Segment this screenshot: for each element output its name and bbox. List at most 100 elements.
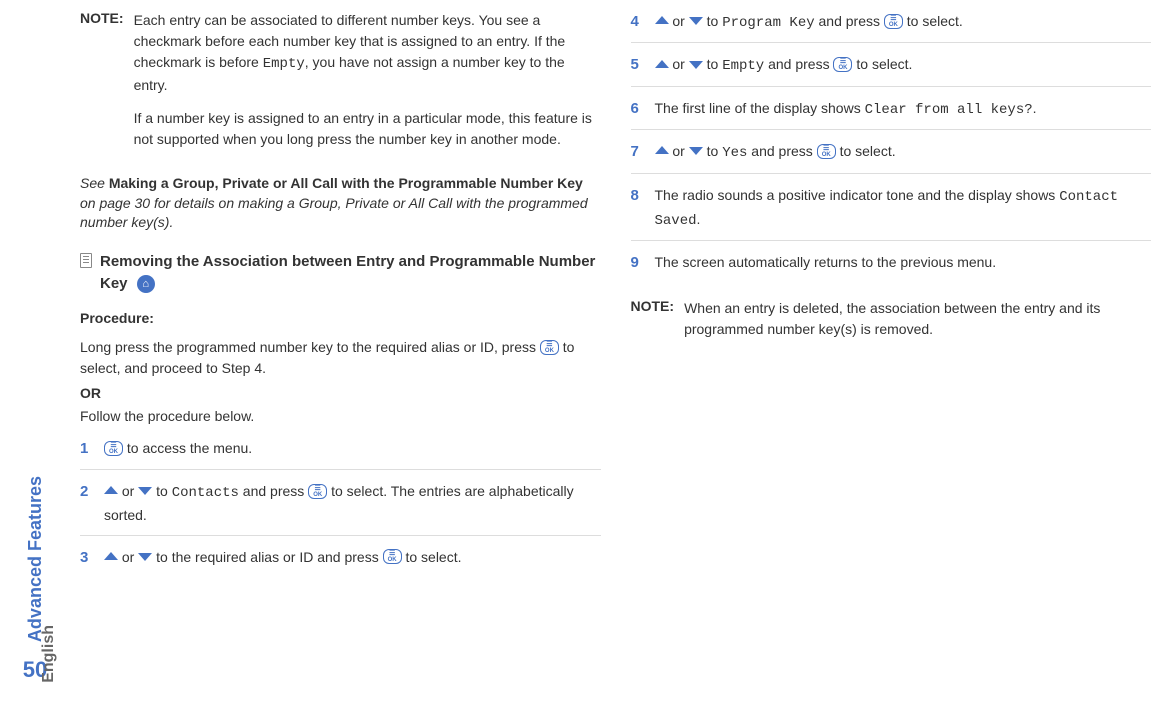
step-text: and press — [239, 483, 308, 499]
step-number: 6 — [631, 97, 645, 121]
step-text: to — [703, 143, 722, 159]
procedure-label: Procedure: — [80, 308, 601, 329]
page-container: Advanced Features English 50 NOTE: Each … — [0, 0, 1171, 703]
step-text: and press — [764, 56, 833, 72]
up-arrow-icon — [655, 16, 669, 24]
step-body: The screen automatically returns to the … — [655, 251, 1152, 275]
step-text: to access the menu. — [123, 440, 252, 456]
note-block-right: NOTE: When an entry is deleted, the asso… — [631, 298, 1152, 352]
see-suffix: on page 30 for details on making a Group… — [80, 195, 588, 231]
language-label: English — [40, 625, 58, 683]
note-paragraph-2: If a number key is assigned to an entry … — [134, 108, 601, 150]
step-number: 7 — [631, 140, 645, 164]
ok-button-icon — [884, 14, 903, 29]
step-body: The radio sounds a positive indicator to… — [655, 184, 1152, 233]
see-reference: See Making a Group, Private or All Call … — [80, 174, 601, 233]
content-area: NOTE: Each entry can be associated to di… — [70, 0, 1171, 703]
or-label: OR — [80, 383, 601, 404]
step-text: to select. — [903, 13, 963, 29]
step-text: to — [703, 56, 722, 72]
step-text: to select. — [402, 549, 462, 565]
left-steps-list: 1 to access the menu. 2 or to Contacts an… — [80, 437, 601, 578]
step: 6 The first line of the display shows Cle… — [631, 97, 1152, 130]
step-body: or to Program Key and press to select. — [655, 10, 1152, 34]
display-text-empty: Empty — [263, 56, 305, 72]
step-number: 1 — [80, 437, 94, 461]
section-heading: Removing the Association between Entry a… — [80, 251, 601, 296]
step-text: to select. — [836, 143, 896, 159]
ok-button-icon — [104, 441, 123, 456]
step-text: . — [1033, 100, 1037, 116]
or-word: or — [118, 549, 138, 565]
ok-button-icon — [540, 340, 559, 355]
step-text: to — [152, 483, 171, 499]
or-word: or — [669, 143, 689, 159]
document-icon — [80, 253, 92, 268]
procedure-text: Long press the programmed number key to … — [80, 337, 601, 379]
step-text: . — [697, 211, 701, 227]
up-arrow-icon — [655, 60, 669, 68]
note-text-right: When an entry is deleted, the associatio… — [684, 298, 1151, 352]
down-arrow-icon — [689, 61, 703, 69]
step-text: and press — [815, 13, 884, 29]
note-text: Each entry can be associated to differen… — [134, 10, 601, 162]
step-body: or to Contacts and press to select. The … — [104, 480, 601, 527]
right-column: 4 or to Program Key and press to select.… — [631, 10, 1152, 683]
step-number: 3 — [80, 546, 94, 570]
sidebar: Advanced Features English 50 — [0, 0, 70, 703]
see-prefix: See — [80, 175, 109, 191]
step-body: or to Yes and press to select. — [655, 140, 1152, 164]
step-body: or to the required alias or ID and press… — [104, 546, 601, 570]
step-text: The first line of the display shows — [655, 100, 865, 116]
section-label: Advanced Features — [25, 476, 46, 642]
radio-icon — [137, 275, 155, 293]
step: 8 The radio sounds a positive indicator t… — [631, 184, 1152, 242]
step-text: to the required alias or ID and press — [152, 549, 382, 565]
note-label-right: NOTE: — [631, 298, 675, 352]
display-text: Contacts — [172, 485, 239, 501]
step-body: or to Empty and press to select. — [655, 53, 1152, 77]
step: 5 or to Empty and press to select. — [631, 53, 1152, 86]
down-arrow-icon — [689, 17, 703, 25]
ok-button-icon — [833, 57, 852, 72]
up-arrow-icon — [104, 486, 118, 494]
follow-text: Follow the procedure below. — [80, 406, 601, 427]
step: 3 or to the required alias or ID and pre… — [80, 546, 601, 578]
step-text: and press — [747, 143, 816, 159]
note-right-text: When an entry is deleted, the associatio… — [684, 298, 1151, 340]
display-text: Yes — [722, 145, 747, 161]
step: 4 or to Program Key and press to select. — [631, 10, 1152, 43]
step-text: to — [703, 13, 722, 29]
note-block: NOTE: Each entry can be associated to di… — [80, 10, 601, 162]
step-text: to select. — [852, 56, 912, 72]
right-steps-list: 4 or to Program Key and press to select.… — [631, 10, 1152, 283]
note-paragraph-1: Each entry can be associated to differen… — [134, 10, 601, 96]
ok-button-icon — [308, 484, 327, 499]
step-text: The screen automatically returns to the … — [655, 254, 997, 270]
step-body: The first line of the display shows Clea… — [655, 97, 1152, 121]
step-text: The radio sounds a positive indicator to… — [655, 187, 1060, 203]
proc-text-a: Long press the programmed number key to … — [80, 339, 540, 355]
down-arrow-icon — [689, 147, 703, 155]
step: 7 or to Yes and press to select. — [631, 140, 1152, 173]
see-bold-title: Making a Group, Private or All Call with… — [109, 175, 583, 191]
heading-text: Removing the Association between Entry a… — [100, 251, 601, 296]
or-word: or — [669, 56, 689, 72]
step-body: to access the menu. — [104, 437, 601, 461]
step: 2 or to Contacts and press to select. Th… — [80, 480, 601, 536]
ok-button-icon — [383, 549, 402, 564]
step-number: 2 — [80, 480, 94, 527]
step: 9 The screen automatically returns to the… — [631, 251, 1152, 283]
up-arrow-icon — [655, 146, 669, 154]
ok-button-icon — [817, 144, 836, 159]
up-arrow-icon — [104, 552, 118, 560]
step-number: 4 — [631, 10, 645, 34]
display-text: Program Key — [722, 15, 814, 31]
down-arrow-icon — [138, 487, 152, 495]
or-word: or — [669, 13, 689, 29]
step-number: 9 — [631, 251, 645, 275]
step-number: 8 — [631, 184, 645, 233]
left-column: NOTE: Each entry can be associated to di… — [80, 10, 601, 683]
down-arrow-icon — [138, 553, 152, 561]
or-word: or — [118, 483, 138, 499]
